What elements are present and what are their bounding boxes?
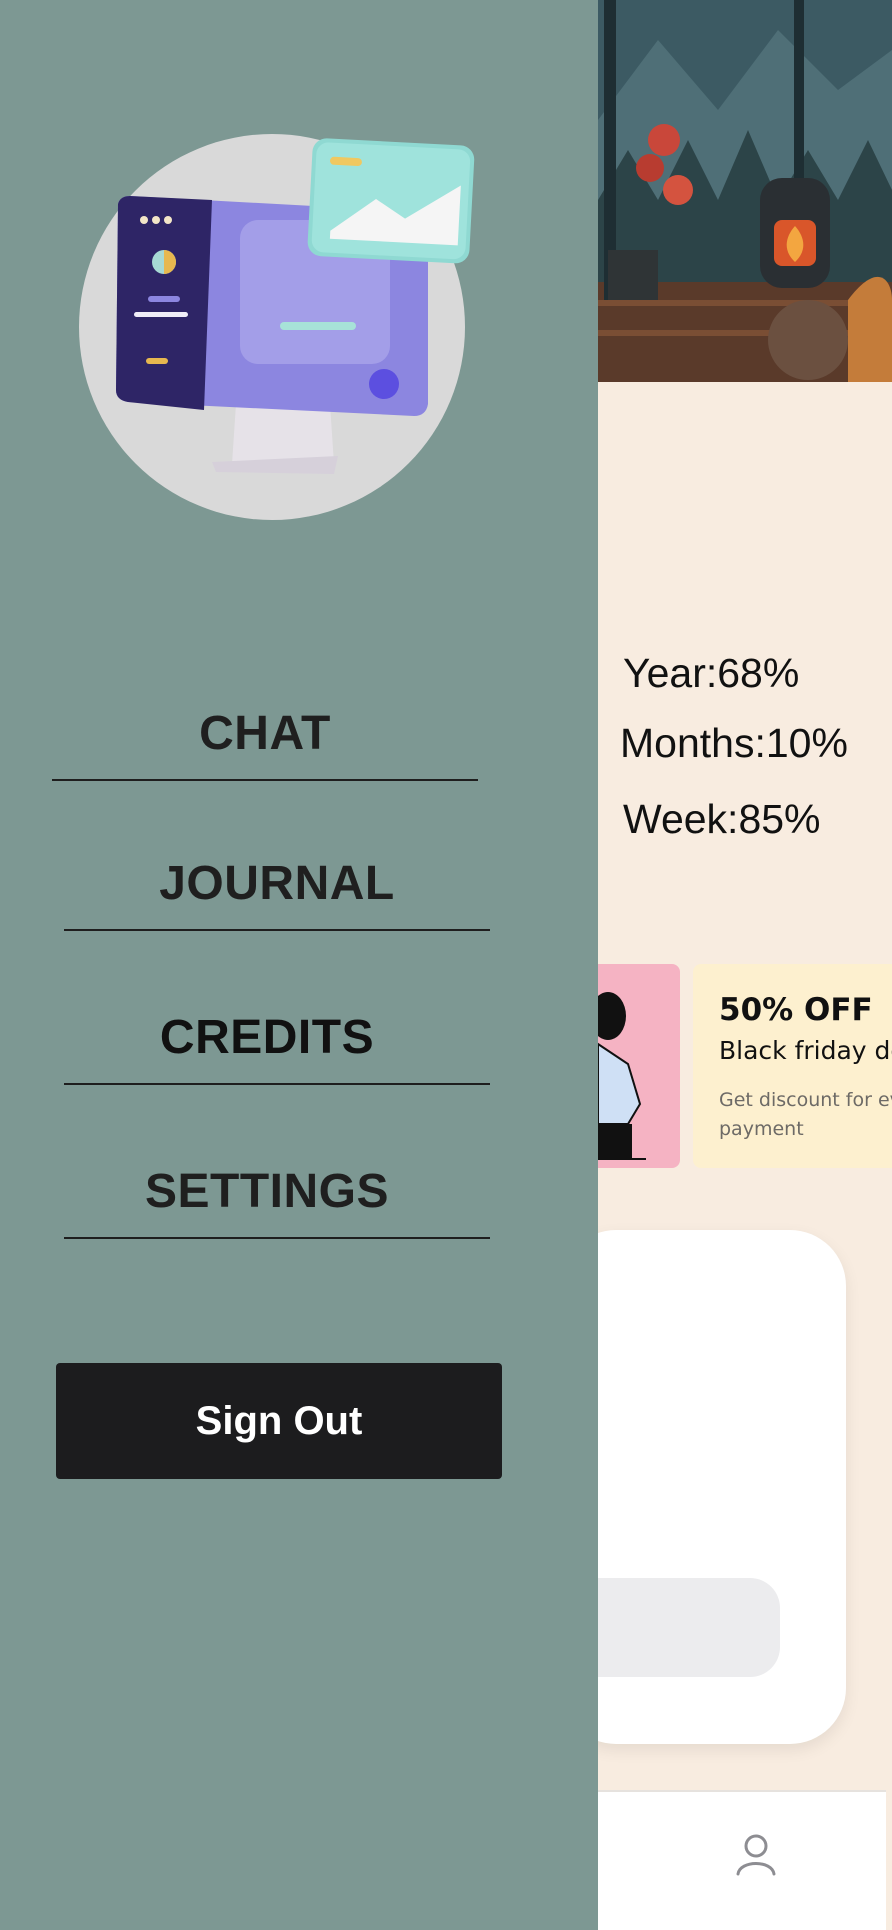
promo-title: 50% OFF [719,992,873,1028]
sign-out-button[interactable]: Sign Out [56,1363,502,1479]
menu-item-settings[interactable]: SETTINGS [64,1158,490,1240]
app-screen: Year:68% Months:10% Week:85% 50% OFF Bla… [0,0,892,1930]
person-illustration [598,992,646,1160]
person-icon[interactable] [734,1832,778,1876]
menu-divider [52,779,478,781]
menu-divider [64,1237,490,1239]
menu-item-settings-label: SETTINGS [144,1165,390,1218]
navigation-drawer: CHAT JOURNAL CREDITS SETTINGS Sign Out [0,0,598,1930]
stat-week: Week:85% [623,796,821,842]
hero-image [598,0,892,382]
menu-divider [64,929,490,931]
menu-item-credits-label: CREDITS [159,1011,375,1064]
menu-item-journal-label: JOURNAL [159,857,395,910]
promo-description: Get discount for eve up and payment [719,1089,892,1140]
computer-illustration [76,134,476,524]
stat-months: Months:10% [620,720,848,766]
menu-item-credits[interactable]: CREDITS [64,1004,490,1086]
promo-card-pink[interactable] [598,964,680,1168]
menu-item-chat-label: CHAT [199,707,331,760]
menu-divider [64,1083,490,1085]
cabin-illustration [598,0,892,382]
stat-year: Year:68% [623,650,800,696]
promo-subtitle: Black friday de [719,1036,892,1065]
menu-item-journal[interactable]: JOURNAL [64,850,490,932]
menu-item-chat[interactable]: CHAT [52,700,478,782]
bottom-nav [598,1790,886,1930]
promo-card-discount[interactable]: 50% OFF Black friday de Get discount for… [693,964,892,1168]
